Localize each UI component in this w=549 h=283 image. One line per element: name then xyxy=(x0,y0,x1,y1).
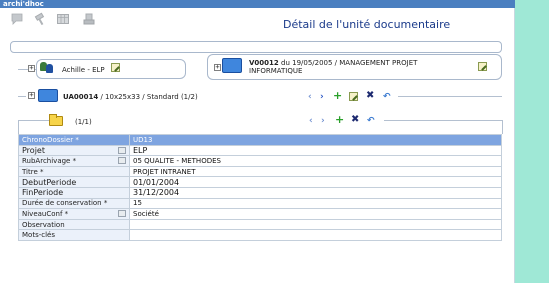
field-label: Observation xyxy=(22,220,65,229)
archive-box-icon xyxy=(222,58,242,73)
page-title: Détail de l'unité documentaire xyxy=(283,18,451,31)
field-label-wrap: RubArchivage * xyxy=(22,157,126,165)
field-row: Projet ELP xyxy=(18,144,502,157)
field-label: NiveauConf * xyxy=(22,209,69,218)
edit-versement-icon[interactable] xyxy=(478,62,487,71)
previous-arrow-icon[interactable]: ‹ xyxy=(308,92,312,102)
users-icon-secondary xyxy=(46,64,53,73)
field-row: Observation xyxy=(18,218,502,231)
next-arrow-icon[interactable]: › xyxy=(321,116,325,126)
field-row: DebutPeriode 01/01/2004 xyxy=(18,176,502,188)
field-label-cell: ChronoDossier * xyxy=(18,134,130,146)
field-label: Titre * xyxy=(22,167,44,176)
versement-line2: INFORMATIQUE xyxy=(249,67,303,75)
add-icon[interactable]: + xyxy=(335,114,344,125)
add-icon[interactable]: + xyxy=(333,90,342,101)
field-row: RubArchivage * 05 QUALITE - METHODES xyxy=(18,155,502,167)
field-value[interactable]: 01/01/2004 xyxy=(129,176,502,188)
field-label: FinPeriode xyxy=(22,188,64,198)
field-label-wrap: Durée de conservation * xyxy=(22,199,126,207)
field-label-cell: DebutPeriode xyxy=(18,176,130,188)
field-value[interactable]: ELP xyxy=(129,144,502,157)
lookup-list-icon[interactable] xyxy=(118,157,126,165)
stamp-icon[interactable] xyxy=(82,12,96,26)
field-label-wrap: NiveauConf * xyxy=(22,210,126,218)
field-value[interactable] xyxy=(129,229,502,241)
expand-person-toggle[interactable]: + xyxy=(28,65,35,72)
folder-icon xyxy=(49,114,63,126)
field-row: Titre * PROJET INTRANET xyxy=(18,165,502,178)
versement-details: du 19/05/2005 / MANAGEMENT PROJET xyxy=(278,59,418,67)
field-value[interactable]: UD13 xyxy=(129,134,502,146)
versement-id: V00012 xyxy=(249,59,279,67)
field-label-cell: Durée de conservation * xyxy=(18,197,130,210)
field-value[interactable]: 05 QUALITE - METHODES xyxy=(129,155,502,167)
next-arrow-icon[interactable]: › xyxy=(320,92,324,102)
field-label-wrap: Mots-clés xyxy=(22,231,126,239)
gavel-icon[interactable] xyxy=(34,12,48,26)
field-label: RubArchivage * xyxy=(22,156,77,165)
field-label-wrap: ChronoDossier * xyxy=(22,136,126,144)
field-row: FinPeriode 31/12/2004 xyxy=(18,186,502,199)
field-label-wrap: Observation xyxy=(22,221,126,229)
delete-icon[interactable]: ✖ xyxy=(351,115,359,125)
document-fields-table: ChronoDossier * UD13 Projet ELP RubArchivage… xyxy=(18,134,502,241)
speech-bubble-icon[interactable] xyxy=(10,12,24,26)
edit-unit-icon[interactable] xyxy=(349,92,358,101)
field-value[interactable]: PROJET INTRANET xyxy=(129,165,502,178)
expand-versement-toggle[interactable]: + xyxy=(214,64,221,71)
delete-icon[interactable]: ✖ xyxy=(366,91,374,101)
field-label-cell: Observation xyxy=(18,218,130,231)
undo-icon[interactable]: ↶ xyxy=(367,116,375,126)
table-icon[interactable] xyxy=(56,12,70,26)
storage-box-icon xyxy=(38,89,58,102)
field-label-cell: FinPeriode xyxy=(18,186,130,199)
unit-details: / 10x25x33 / Standard (1/2) xyxy=(98,93,198,101)
unit-line: UA00014 / 10x25x33 / Standard (1/2) xyxy=(63,93,198,101)
lookup-list-icon[interactable] xyxy=(118,146,126,154)
field-value[interactable] xyxy=(129,218,502,231)
field-label-wrap: Projet xyxy=(22,146,126,155)
lookup-list-icon[interactable] xyxy=(118,210,126,218)
field-value[interactable]: 15 xyxy=(129,197,502,210)
expand-unit-toggle[interactable]: + xyxy=(28,92,35,99)
previous-arrow-icon[interactable]: ‹ xyxy=(309,116,313,126)
app-title: archi'dhoc xyxy=(0,0,515,8)
field-label-wrap: FinPeriode xyxy=(22,188,126,197)
field-label-cell: RubArchivage * xyxy=(18,155,130,167)
field-row: NiveauConf * Société xyxy=(18,208,502,220)
field-label: Durée de conservation * xyxy=(22,199,108,208)
main-window: archi'dhoc Détail de l'unité documentair… xyxy=(0,0,515,283)
field-value[interactable]: Société xyxy=(129,208,502,220)
undo-icon[interactable]: ↶ xyxy=(383,92,391,102)
field-row: Durée de conservation * 15 xyxy=(18,197,502,210)
person-label: Achille - ELP xyxy=(62,66,105,74)
field-label-wrap: DebutPeriode xyxy=(22,178,126,187)
field-label: Mots-clés xyxy=(22,231,55,240)
versement-line1: V00012 du 19/05/2005 / MANAGEMENT PROJET xyxy=(249,59,417,67)
edit-person-icon[interactable] xyxy=(111,63,120,72)
unit-id: UA00014 xyxy=(63,93,99,101)
field-label-cell: NiveauConf * xyxy=(18,208,130,220)
summary-panel xyxy=(10,41,502,53)
field-label-cell: Titre * xyxy=(18,165,130,178)
dossier-count: (1/1) xyxy=(75,118,92,126)
field-label: ChronoDossier * xyxy=(22,135,79,144)
field-label: DebutPeriode xyxy=(22,177,77,187)
field-row: Mots-clés xyxy=(18,229,502,241)
field-value[interactable]: 31/12/2004 xyxy=(129,186,502,199)
field-label: Projet xyxy=(22,145,45,155)
field-row: ChronoDossier * UD13 xyxy=(18,134,502,146)
field-label-cell: Projet xyxy=(18,144,130,157)
field-label-wrap: Titre * xyxy=(22,168,126,176)
field-label-cell: Mots-clés xyxy=(18,229,130,241)
